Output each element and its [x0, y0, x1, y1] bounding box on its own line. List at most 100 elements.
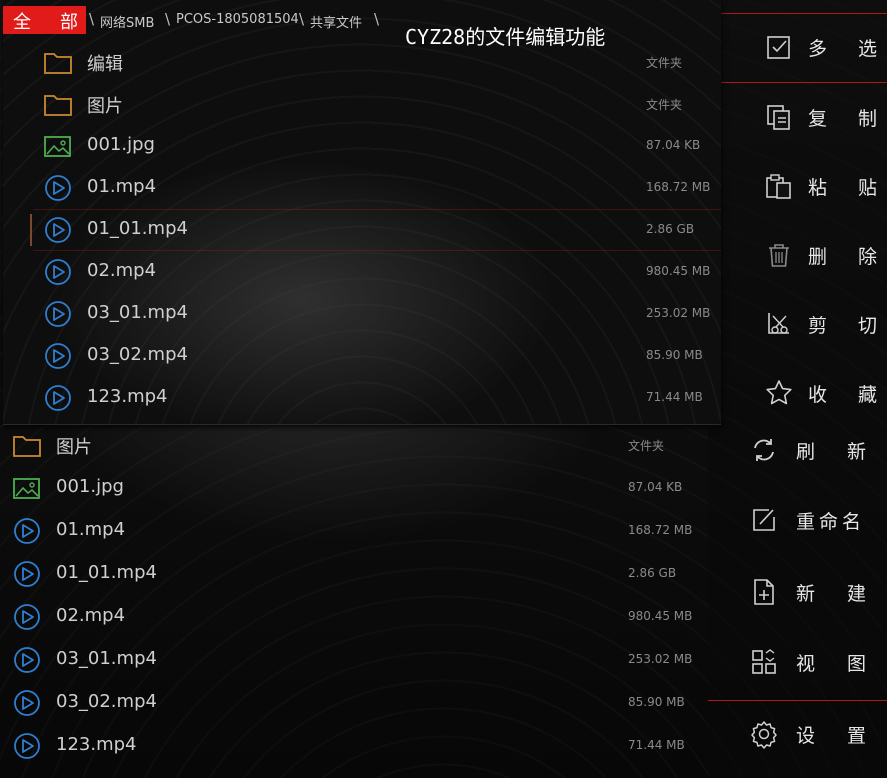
list-item[interactable]: 图片 文件夹: [0, 424, 708, 467]
list-item-selected[interactable]: 01_01.mp4 2.86 GB: [3, 209, 721, 251]
breadcrumb-separator: \: [89, 10, 95, 28]
refresh-icon: [749, 435, 779, 465]
cut-button[interactable]: 剪 切: [708, 295, 887, 355]
file-name: 03_02.mp4: [56, 691, 157, 712]
play-icon: [43, 216, 73, 244]
paste-icon: [764, 171, 794, 201]
divider: [708, 700, 887, 701]
breadcrumb-separator: \: [165, 10, 171, 28]
play-icon: [43, 258, 73, 286]
trash-icon: [764, 240, 794, 270]
new-button[interactable]: 新 建: [708, 563, 887, 623]
breadcrumb-item[interactable]: 网络SMB: [100, 12, 154, 31]
rename-button[interactable]: 重命名: [708, 491, 887, 551]
play-icon: [12, 560, 42, 588]
menu-label: 藏: [858, 384, 878, 406]
breadcrumb-item[interactable]: PCOS-1805081504: [176, 12, 299, 27]
list-item[interactable]: 图片 文件夹: [3, 83, 721, 125]
list-item[interactable]: 03_01.mp4 253.02 MB: [3, 293, 721, 335]
play-icon: [43, 342, 73, 370]
menu-label: 设: [796, 725, 816, 747]
delete-button[interactable]: 删 除: [708, 226, 887, 286]
file-meta: 168.72 MB: [646, 180, 711, 194]
breadcrumb-item[interactable]: 共享文件: [310, 12, 362, 31]
multi-select-button[interactable]: 多 选: [708, 18, 887, 78]
menu-label: 重命名: [796, 511, 866, 533]
menu-label: 制: [858, 108, 878, 130]
play-icon: [12, 517, 42, 545]
play-icon: [12, 732, 42, 760]
file-meta: 253.02 MB: [646, 306, 711, 320]
play-icon: [43, 300, 73, 328]
copy-button[interactable]: 复 制: [708, 88, 887, 148]
file-meta: 87.04 KB: [628, 480, 683, 494]
image-icon: [12, 474, 42, 502]
file-name: 02.mp4: [87, 260, 157, 281]
menu-label: 图: [847, 653, 867, 675]
menu-label: 删: [808, 246, 828, 268]
play-icon: [12, 689, 42, 717]
favorite-button[interactable]: 收 藏: [708, 364, 887, 424]
scissors-icon: [764, 309, 794, 339]
file-name: 123.mp4: [56, 734, 137, 755]
play-icon: [43, 384, 73, 412]
list-item[interactable]: 001.jpg 87.04 KB: [3, 125, 721, 167]
file-meta: 文件夹: [646, 56, 683, 70]
file-name: 01.mp4: [56, 519, 126, 540]
selection-line: [33, 209, 721, 210]
paste-button[interactable]: 粘 贴: [708, 157, 887, 217]
file-meta: 71.44 MB: [628, 738, 685, 752]
file-meta: 文件夹: [628, 439, 665, 453]
file-name: 图片: [87, 96, 123, 117]
image-icon: [43, 132, 73, 160]
selection-marker: [30, 214, 32, 246]
file-name: 图片: [56, 437, 92, 458]
list-item[interactable]: 03_01.mp4 253.02 MB: [0, 639, 708, 682]
menu-label: 选: [858, 38, 878, 60]
list-item[interactable]: 02.mp4 980.45 MB: [0, 596, 708, 639]
file-meta: 85.90 MB: [646, 348, 703, 362]
play-icon: [12, 603, 42, 631]
list-item[interactable]: 编辑 文件夹: [3, 41, 721, 83]
file-name: 03_02.mp4: [87, 344, 188, 365]
file-name: 01_01.mp4: [56, 562, 157, 583]
view-icon: [749, 647, 779, 677]
refresh-button[interactable]: 刷 新: [708, 421, 887, 481]
file-browser-panel: 全 部 \ 网络SMB \ PCOS-1805081504 \ 共享文件 \ C…: [3, 0, 721, 425]
list-item[interactable]: 123.mp4 71.44 MB: [3, 377, 721, 419]
file-meta: 980.45 MB: [646, 264, 711, 278]
menu-label: 除: [858, 246, 878, 268]
menu-label: 刷: [796, 441, 816, 463]
divider: [720, 82, 887, 83]
menu-label: 多: [808, 38, 828, 60]
list-item[interactable]: 02.mp4 980.45 MB: [3, 251, 721, 293]
list-item[interactable]: 01_01.mp4 2.86 GB: [0, 553, 708, 596]
breadcrumb: 全 部 \ 网络SMB \ PCOS-1805081504 \ 共享文件 \: [3, 5, 721, 34]
file-name: 03_01.mp4: [56, 648, 157, 669]
file-meta: 87.04 KB: [646, 138, 701, 152]
file-name: 02.mp4: [56, 605, 126, 626]
view-button[interactable]: 视 图: [708, 633, 887, 693]
list-item[interactable]: 01.mp4 168.72 MB: [0, 510, 708, 553]
divider: [720, 13, 887, 14]
folder-icon: [43, 48, 73, 76]
file-name: 001.jpg: [56, 476, 124, 497]
all-button[interactable]: 全 部: [3, 6, 86, 34]
list-item[interactable]: 123.mp4 71.44 MB: [0, 725, 708, 768]
file-meta: 85.90 MB: [628, 695, 685, 709]
list-item[interactable]: 03_02.mp4 85.90 MB: [0, 682, 708, 725]
file-name: 03_01.mp4: [87, 302, 188, 323]
file-name: 01_01.mp4: [87, 218, 188, 239]
file-name: 编辑: [87, 54, 123, 75]
list-item[interactable]: 001.jpg 87.04 KB: [0, 467, 708, 510]
menu-label: 建: [847, 583, 867, 605]
file-meta: 2.86 GB: [646, 222, 695, 236]
breadcrumb-separator: \: [299, 10, 305, 28]
file-name: 123.mp4: [87, 386, 168, 407]
settings-button[interactable]: 设 置: [708, 705, 887, 765]
file-meta: 253.02 MB: [628, 652, 693, 666]
file-name: 001.jpg: [87, 134, 155, 155]
list-item[interactable]: 03_02.mp4 85.90 MB: [3, 335, 721, 377]
new-file-icon: [749, 577, 779, 607]
list-item[interactable]: 01.mp4 168.72 MB: [3, 167, 721, 209]
